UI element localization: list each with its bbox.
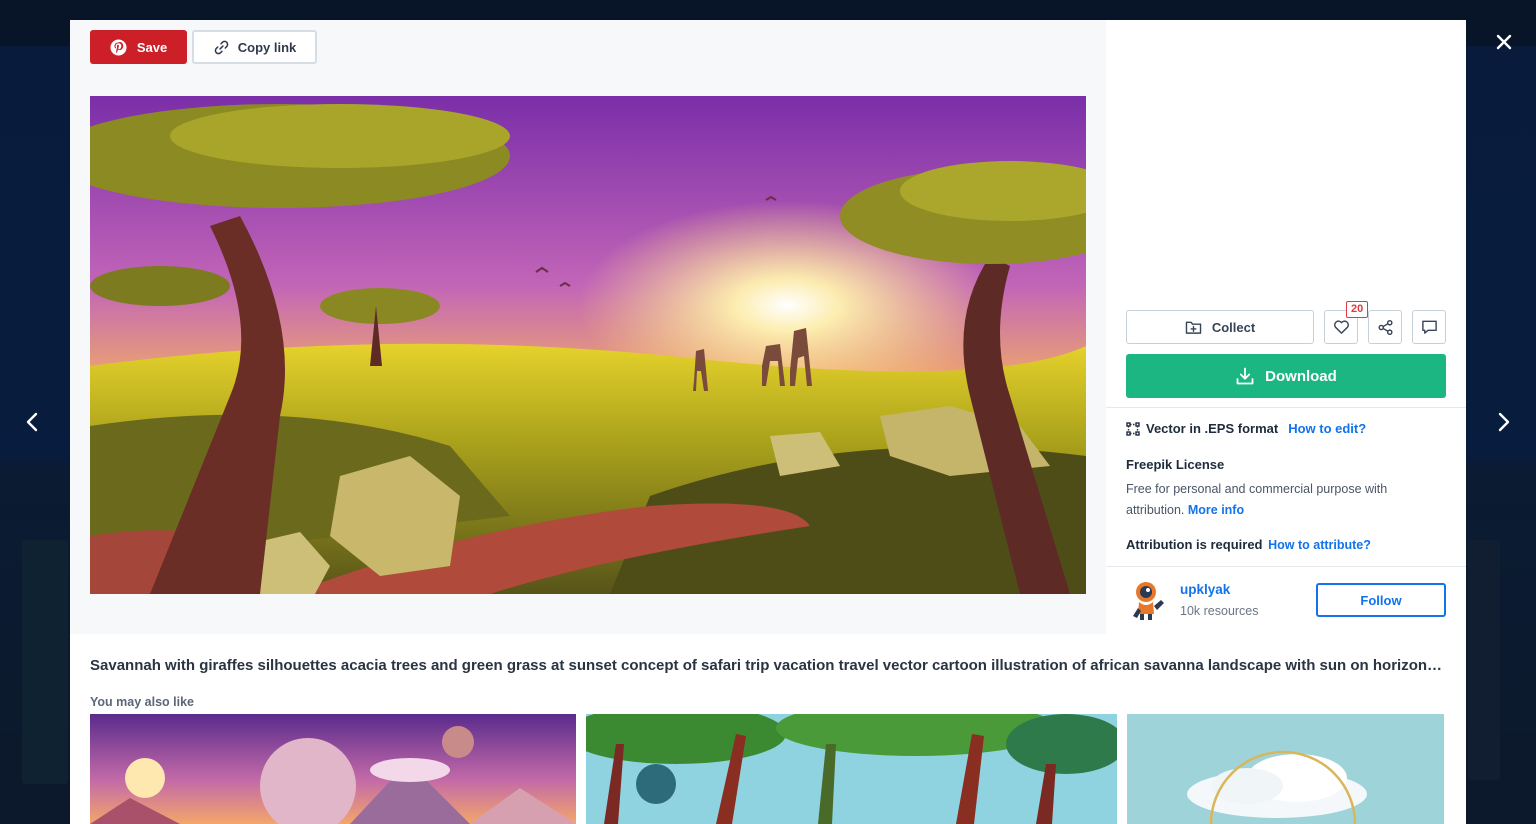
follow-button[interactable]: Follow [1316, 583, 1446, 617]
resource-preview-image[interactable] [90, 96, 1086, 594]
related-thumbnail-image [90, 714, 576, 824]
folder-plus-icon [1185, 321, 1202, 334]
download-label: Download [1265, 367, 1337, 385]
resource-detail-modal: Save Copy link Collect 20 Download Vecto… [70, 20, 1466, 824]
pinterest-save-button[interactable]: Save [90, 30, 187, 64]
attribution-row: Attribution is required How to attribute… [1126, 537, 1371, 552]
attribution-text: Attribution is required [1126, 537, 1263, 552]
license-description: Free for personal and commercial purpose… [1126, 479, 1426, 521]
save-button-label: Save [136, 39, 168, 55]
author-avatar[interactable] [1130, 578, 1166, 622]
resource-sidebar: Collect 20 Download Vector in .EPS forma… [1106, 20, 1466, 634]
next-resource-button[interactable] [1486, 404, 1522, 440]
license-description-text: Free for personal and commercial purpose… [1126, 482, 1388, 517]
author-resources-count: 10k resources [1180, 604, 1259, 618]
related-thumbnail[interactable] [586, 714, 1117, 824]
resource-title: Savannah with giraffes silhouettes acaci… [90, 657, 1446, 674]
license-title: Freepik License [1126, 457, 1225, 472]
vector-icon [1126, 421, 1140, 436]
collect-label: Collect [1211, 319, 1256, 335]
related-thumbnail-image [586, 714, 1117, 824]
how-to-attribute-link[interactable]: How to attribute? [1268, 538, 1371, 552]
copy-link-label: Copy link [237, 39, 297, 55]
copy-link-button[interactable]: Copy link [192, 30, 317, 64]
close-modal-button[interactable] [1488, 26, 1520, 58]
file-format-row: Vector in .EPS format How to edit? [1126, 421, 1366, 436]
follow-label: Follow [1360, 592, 1402, 608]
download-button[interactable]: Download [1126, 354, 1446, 398]
related-thumbnail[interactable] [1127, 714, 1444, 824]
chevron-left-icon [26, 412, 38, 432]
how-to-edit-link[interactable]: How to edit? [1288, 421, 1366, 436]
share-icon [1377, 319, 1393, 335]
heart-icon [1333, 320, 1349, 334]
preview-area: Save Copy link [70, 20, 1106, 634]
more-info-link[interactable]: More info [1188, 503, 1244, 517]
previous-resource-button[interactable] [14, 404, 50, 440]
comment-button[interactable] [1412, 310, 1446, 344]
comment-icon [1421, 320, 1437, 334]
download-icon [1236, 367, 1254, 385]
divider [1106, 407, 1466, 408]
pinterest-icon [110, 38, 127, 56]
related-heading: You may also like [90, 695, 194, 709]
divider [1106, 566, 1466, 567]
like-count-badge: 20 [1346, 301, 1369, 318]
related-thumbnail-image [1127, 714, 1444, 824]
collect-button[interactable]: Collect [1126, 310, 1314, 344]
close-icon [1496, 34, 1512, 50]
chevron-right-icon [1498, 412, 1510, 432]
link-icon [214, 40, 229, 54]
file-format-text: Vector in .EPS format [1146, 421, 1279, 436]
author-avatar-image [1133, 582, 1164, 620]
related-thumbnail[interactable] [90, 714, 576, 824]
share-button[interactable] [1368, 310, 1402, 344]
author-name-link[interactable]: upklyak [1180, 582, 1230, 597]
savanna-illustration [90, 96, 1086, 594]
